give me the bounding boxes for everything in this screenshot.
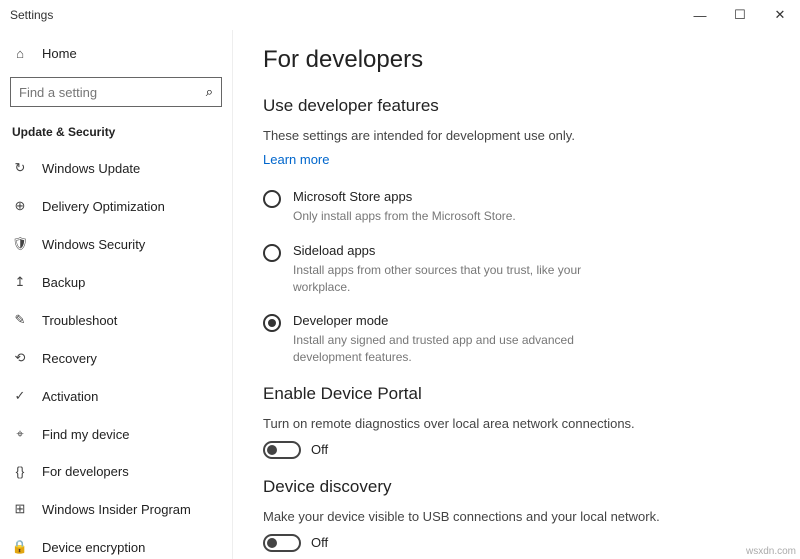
sidebar: ⌂ Home ⌕ Update & Security ↻ Windows Upda… (0, 30, 233, 559)
dev-features-blurb: These settings are intended for developm… (263, 128, 770, 143)
find-device-icon: ⌖ (12, 426, 28, 442)
sidebar-item-device-encryption[interactable]: 🔒 Device encryption (0, 528, 232, 559)
radio-option-microsoft-store-apps[interactable]: Microsoft Store apps Only install apps fr… (263, 189, 770, 225)
sidebar-item-delivery-optimization[interactable]: ⊕ Delivery Optimization (0, 187, 232, 225)
sidebar-item-label: Delivery Optimization (42, 199, 165, 214)
shield-icon: 🛡 (12, 236, 28, 252)
sidebar-item-windows-insider-program[interactable]: ⊞ Windows Insider Program (0, 490, 232, 528)
sidebar-item-for-developers[interactable]: {} For developers (0, 453, 232, 490)
discovery-blurb: Make your device visible to USB connecti… (263, 509, 770, 524)
window-controls: — ☐ ✕ (680, 0, 800, 30)
portal-toggle[interactable] (263, 441, 301, 459)
sidebar-item-activation[interactable]: ✓ Activation (0, 377, 232, 415)
sidebar-item-find-my-device[interactable]: ⌖ Find my device (0, 415, 232, 453)
troubleshoot-icon: ✎ (12, 312, 28, 328)
radio-option-developer-mode[interactable]: Developer mode Install any signed and tru… (263, 313, 770, 366)
home-icon: ⌂ (12, 46, 28, 61)
close-button[interactable]: ✕ (760, 0, 800, 30)
category-heading: Update & Security (0, 115, 232, 149)
search-input[interactable]: ⌕ (10, 77, 222, 107)
sync-icon: ↻ (12, 160, 28, 176)
sidebar-item-label: For developers (42, 464, 129, 479)
radio-description: Install any signed and trusted app and u… (293, 332, 613, 366)
minimize-button[interactable]: — (680, 0, 720, 30)
sidebar-item-backup[interactable]: ↥ Backup (0, 263, 232, 301)
section-dev-features: Use developer features (263, 96, 770, 116)
main-content: For developers Use developer features Th… (233, 30, 800, 559)
sidebar-item-label: Activation (42, 389, 98, 404)
sidebar-item-label: Windows Security (42, 237, 145, 252)
developers-icon: {} (12, 464, 28, 479)
sidebar-item-label: Windows Update (42, 161, 140, 176)
watermark: wsxdn.com (746, 546, 796, 557)
portal-toggle-state: Off (311, 442, 328, 457)
radio-description: Only install apps from the Microsoft Sto… (293, 208, 516, 225)
section-device-discovery: Device discovery (263, 477, 770, 497)
encryption-icon: 🔒 (12, 539, 28, 555)
sidebar-item-troubleshoot[interactable]: ✎ Troubleshoot (0, 301, 232, 339)
radio-button[interactable] (263, 190, 281, 208)
insider-icon: ⊞ (12, 501, 28, 517)
section-device-portal: Enable Device Portal (263, 384, 770, 404)
radio-button[interactable] (263, 314, 281, 332)
search-field[interactable] (19, 85, 206, 100)
sidebar-item-windows-security[interactable]: 🛡 Windows Security (0, 225, 232, 263)
sidebar-item-windows-update[interactable]: ↻ Windows Update (0, 149, 232, 187)
sidebar-item-label: Windows Insider Program (42, 502, 191, 517)
window-title: Settings (10, 8, 53, 22)
sidebar-item-label: Recovery (42, 351, 97, 366)
radio-label: Sideload apps (293, 243, 613, 258)
radio-description: Install apps from other sources that you… (293, 262, 613, 296)
discovery-toggle-state: Off (311, 535, 328, 550)
home-label: Home (42, 46, 77, 61)
delivery-icon: ⊕ (12, 198, 28, 214)
discovery-toggle[interactable] (263, 534, 301, 552)
backup-icon: ↥ (12, 274, 28, 290)
sidebar-item-label: Troubleshoot (42, 313, 117, 328)
activation-icon: ✓ (12, 388, 28, 404)
radio-option-sideload-apps[interactable]: Sideload apps Install apps from other sou… (263, 243, 770, 296)
sidebar-item-label: Find my device (42, 427, 129, 442)
radio-button[interactable] (263, 244, 281, 262)
titlebar: Settings — ☐ ✕ (0, 0, 800, 30)
maximize-button[interactable]: ☐ (720, 0, 760, 30)
radio-label: Microsoft Store apps (293, 189, 516, 204)
radio-label: Developer mode (293, 313, 613, 328)
home-nav[interactable]: ⌂ Home (0, 38, 232, 69)
learn-more-link[interactable]: Learn more (263, 152, 329, 167)
recovery-icon: ⟲ (12, 350, 28, 366)
dev-mode-radio-group: Microsoft Store apps Only install apps fr… (263, 189, 770, 366)
search-icon: ⌕ (206, 84, 213, 100)
sidebar-item-recovery[interactable]: ⟲ Recovery (0, 339, 232, 377)
sidebar-item-label: Backup (42, 275, 85, 290)
sidebar-item-label: Device encryption (42, 540, 145, 555)
page-title: For developers (263, 46, 770, 74)
portal-blurb: Turn on remote diagnostics over local ar… (263, 416, 770, 431)
